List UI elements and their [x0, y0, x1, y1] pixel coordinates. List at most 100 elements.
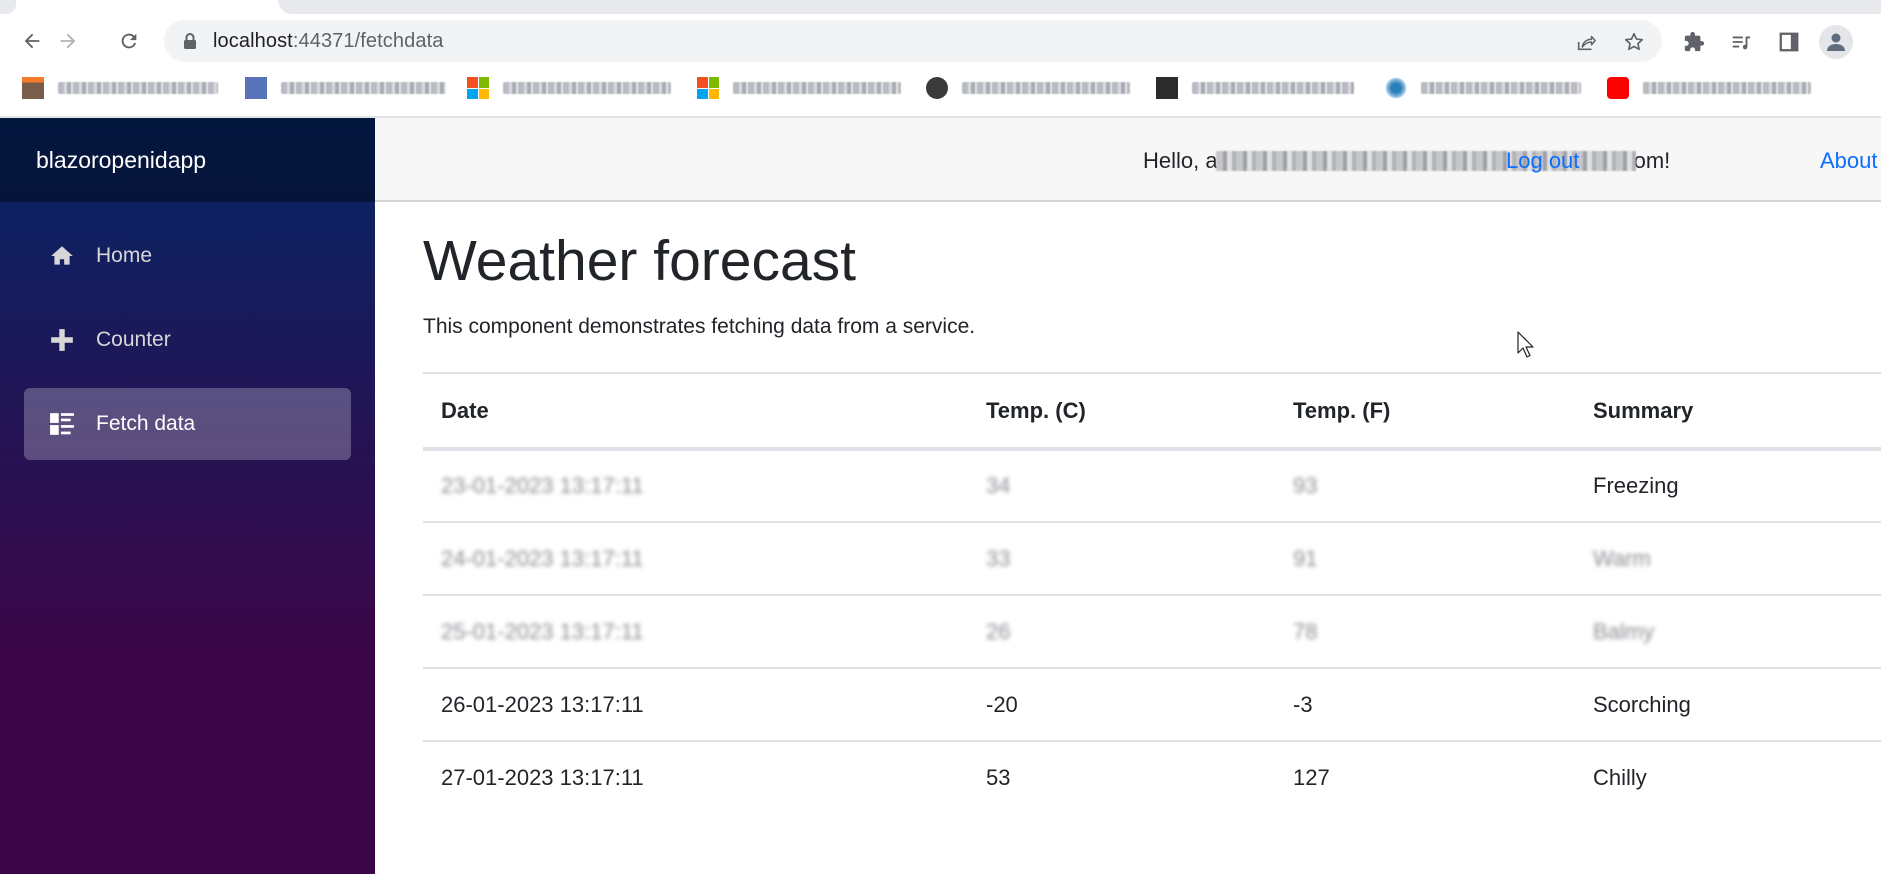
greeting-prefix: Hello, a — [1143, 148, 1218, 173]
puzzle-piece-icon — [1684, 31, 1705, 52]
cell-temp-f: 78 — [1275, 595, 1575, 669]
browser-tab-strip — [0, 0, 1881, 14]
logout-link[interactable]: Log out — [1506, 148, 1579, 174]
bookmark-item[interactable]: Login and use an A... — [1156, 77, 1354, 99]
bookmark-label: Creating Azure AD... — [1421, 82, 1581, 94]
cell-date: 23-01-2023 13:17:11 — [423, 449, 968, 523]
cell-temp-f: 127 — [1293, 765, 1330, 790]
cell-temp-f: -3 — [1275, 668, 1575, 742]
main-content: Weather forecast This component demonstr… — [423, 202, 1881, 790]
bookmark-item[interactable]: Create a protected ... — [926, 77, 1130, 99]
back-button[interactable] — [17, 26, 47, 56]
sidebar-item-label: Fetch data — [96, 412, 196, 435]
sidebar-item-home[interactable]: Home — [24, 220, 351, 292]
sidebar-item-label: Counter — [96, 328, 171, 351]
dark-square-favicon — [1156, 77, 1178, 99]
side-panel-button[interactable] — [1776, 29, 1802, 55]
bookmark-label: Professional Certifi... — [58, 82, 218, 94]
bookmarks-bar: Professional Certifi... http:// Canary A… — [0, 68, 1881, 116]
sidebar-item-label: Home — [96, 244, 153, 267]
cell-temp-c: 33 — [968, 522, 1275, 596]
cell-summary: Chilly — [1593, 765, 1647, 790]
cell-temp-c: 53 — [986, 765, 1011, 790]
sidebar-item-fetch-data[interactable]: Fetch data — [24, 388, 351, 460]
cell-date: 25-01-2023 13:17:11 — [423, 595, 968, 669]
cell-date: 24-01-2023 13:17:11 — [423, 522, 968, 596]
table-row: 23-01-2023 13:17:11 34 93 Freezing — [423, 449, 1881, 523]
share-button[interactable] — [1573, 29, 1599, 55]
bookmark-label: ASP.NET Core Ident... — [1643, 82, 1811, 94]
page-title: Weather forecast — [423, 229, 856, 293]
plus-icon — [48, 326, 76, 354]
url-path: :44371/fetchdata — [292, 30, 444, 52]
arrow-left-icon — [24, 33, 40, 49]
column-header-date: Date — [423, 372, 968, 451]
top-row: Hello, a om! Log out About — [375, 118, 1881, 202]
side-panel-icon — [1779, 32, 1799, 52]
cell-temp-c: 34 — [968, 449, 1275, 523]
bookmark-item[interactable]: http:// Canary App... — [245, 77, 446, 99]
bookmark-item[interactable]: ASP.NET Core Ident... — [1607, 77, 1811, 99]
dark-circle-favicon — [926, 77, 948, 99]
cell-summary: Balmy — [1575, 595, 1881, 669]
reload-button[interactable] — [114, 26, 144, 56]
share-icon — [1577, 35, 1596, 51]
star-outline-icon — [1624, 32, 1644, 51]
sidebar-item-counter[interactable]: Counter — [24, 304, 351, 376]
profile-avatar-button[interactable] — [1819, 25, 1853, 59]
media-controls-button[interactable] — [1728, 29, 1754, 55]
bookmark-item[interactable]: Professional Certifi... — [22, 77, 218, 99]
app-brand[interactable]: blazoropenidapp — [36, 147, 206, 174]
orange-square-favicon — [22, 77, 44, 99]
cell-summary: Warm — [1575, 522, 1881, 596]
greeting-suffix: om! — [1633, 148, 1671, 173]
cell-temp-c: -20 — [968, 668, 1275, 742]
azure-favicon — [1385, 77, 1407, 99]
microsoft-logo-favicon — [697, 77, 719, 99]
table-row: 24-01-2023 13:17:11 33 91 Warm — [423, 522, 1881, 596]
url-text: localhost:44371/fetchdata — [213, 30, 443, 53]
youtube-favicon — [1607, 77, 1629, 99]
column-header-temp-c: Temp. (C) — [968, 372, 1275, 451]
browser-tab[interactable] — [0, 0, 16, 14]
home-icon — [48, 242, 76, 270]
blue-document-favicon — [245, 77, 267, 99]
page-description: This component demonstrates fetching dat… — [423, 314, 976, 338]
lock-icon — [184, 33, 196, 49]
table-row: 26-01-2023 13:17:11 -20 -3 Scorching — [423, 668, 1881, 742]
cell-date: 27-01-2023 13:17:11 — [441, 765, 644, 790]
url-host: localhost — [213, 30, 293, 52]
cell-summary: Scorching — [1575, 668, 1881, 742]
list-rich-icon — [48, 410, 76, 438]
cell-temp-f: 93 — [1275, 449, 1575, 523]
bookmark-item[interactable]: Microsoft identity p... — [467, 77, 671, 99]
brand-bar: blazoropenidapp — [0, 118, 375, 202]
person-icon — [1827, 33, 1845, 51]
cell-temp-c: 26 — [968, 595, 1275, 669]
microsoft-logo-favicon — [467, 77, 489, 99]
address-bar[interactable]: localhost:44371/fetchdata — [164, 20, 1662, 62]
bookmark-label: Microsoft identity p... — [503, 82, 671, 94]
queue-music-icon — [1732, 36, 1751, 50]
about-link[interactable]: About — [1820, 148, 1878, 174]
bookmark-item[interactable]: Creating Azure AD... — [1385, 77, 1581, 99]
reload-icon — [121, 33, 137, 49]
cell-summary: Freezing — [1575, 449, 1881, 523]
cell-temp-f: 91 — [1275, 522, 1575, 596]
nav-menu: Home Counter Fetch data — [0, 202, 375, 460]
forward-button[interactable] — [53, 26, 83, 56]
bookmark-label: Microsoft identity p... — [733, 82, 901, 94]
bookmark-label: http:// Canary App... — [281, 82, 446, 94]
table-row: 25-01-2023 13:17:11 26 78 Balmy — [423, 595, 1881, 669]
sidebar: blazoropenidapp Home Counter Fetch data — [0, 118, 375, 874]
bookmark-item[interactable]: Microsoft identity p... — [697, 77, 901, 99]
forecast-table: Date Temp. (C) Temp. (F) Summary 23-01-2… — [423, 372, 1881, 814]
extensions-button[interactable] — [1681, 29, 1707, 55]
bookmark-star-button[interactable] — [1621, 29, 1647, 55]
table-header-row: Date Temp. (C) Temp. (F) Summary — [423, 372, 1881, 451]
column-header-temp-f: Temp. (F) — [1275, 372, 1575, 451]
bookmark-label: Login and use an A... — [1192, 82, 1354, 94]
greeting-text: Hello, a om! — [1143, 148, 1670, 174]
browser-toolbar: localhost:44371/fetchdata — [0, 14, 1881, 68]
bookmark-label: Create a protected ... — [962, 82, 1130, 94]
